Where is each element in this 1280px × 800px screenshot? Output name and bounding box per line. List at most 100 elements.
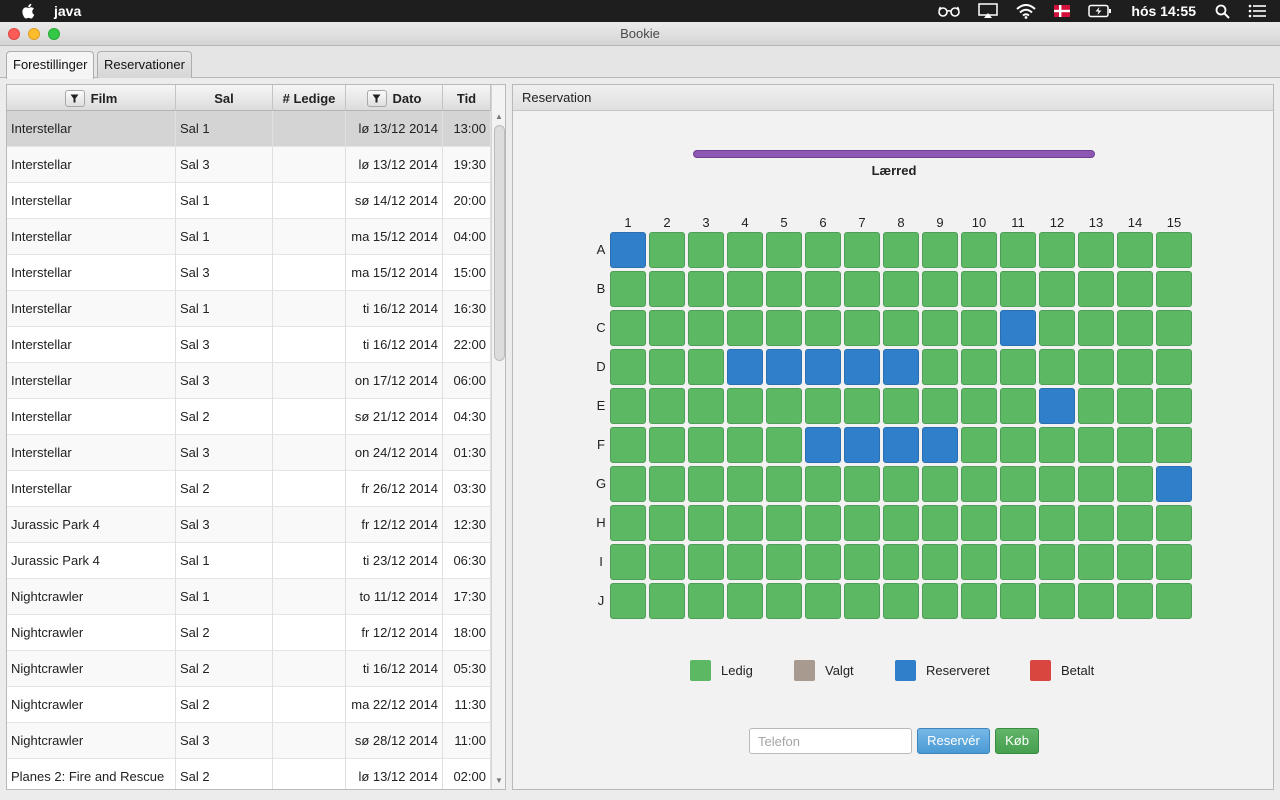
seat-F2[interactable] bbox=[649, 427, 685, 463]
seat-C7[interactable] bbox=[844, 310, 880, 346]
seat-G14[interactable] bbox=[1117, 466, 1153, 502]
table-row[interactable]: Nightcrawler Sal 2 fr 12/12 2014 18:00 bbox=[7, 615, 491, 651]
seat-A12[interactable] bbox=[1039, 232, 1075, 268]
seat-G9[interactable] bbox=[922, 466, 958, 502]
seat-B1[interactable] bbox=[610, 271, 646, 307]
seat-B4[interactable] bbox=[727, 271, 763, 307]
seat-G6[interactable] bbox=[805, 466, 841, 502]
seat-D12[interactable] bbox=[1039, 349, 1075, 385]
seat-J14[interactable] bbox=[1117, 583, 1153, 619]
seat-G13[interactable] bbox=[1078, 466, 1114, 502]
seat-I2[interactable] bbox=[649, 544, 685, 580]
seat-G8[interactable] bbox=[883, 466, 919, 502]
seat-A6[interactable] bbox=[805, 232, 841, 268]
seat-F1[interactable] bbox=[610, 427, 646, 463]
seat-I13[interactable] bbox=[1078, 544, 1114, 580]
seat-D7[interactable] bbox=[844, 349, 880, 385]
seat-E2[interactable] bbox=[649, 388, 685, 424]
seat-E13[interactable] bbox=[1078, 388, 1114, 424]
seat-A14[interactable] bbox=[1117, 232, 1153, 268]
seat-J7[interactable] bbox=[844, 583, 880, 619]
seat-G2[interactable] bbox=[649, 466, 685, 502]
table-row[interactable]: Interstellar Sal 2 fr 26/12 2014 03:30 bbox=[7, 471, 491, 507]
spotlight-search-icon[interactable] bbox=[1215, 4, 1230, 19]
seat-I7[interactable] bbox=[844, 544, 880, 580]
seat-G4[interactable] bbox=[727, 466, 763, 502]
seat-C10[interactable] bbox=[961, 310, 997, 346]
seat-C2[interactable] bbox=[649, 310, 685, 346]
seat-J8[interactable] bbox=[883, 583, 919, 619]
seat-D2[interactable] bbox=[649, 349, 685, 385]
seat-D8[interactable] bbox=[883, 349, 919, 385]
seat-I11[interactable] bbox=[1000, 544, 1036, 580]
seat-B10[interactable] bbox=[961, 271, 997, 307]
table-row[interactable]: Jurassic Park 4 Sal 1 ti 23/12 2014 06:30 bbox=[7, 543, 491, 579]
seat-B14[interactable] bbox=[1117, 271, 1153, 307]
seat-G1[interactable] bbox=[610, 466, 646, 502]
filter-icon[interactable] bbox=[64, 89, 85, 107]
seat-A7[interactable] bbox=[844, 232, 880, 268]
seat-C4[interactable] bbox=[727, 310, 763, 346]
seat-I4[interactable] bbox=[727, 544, 763, 580]
seat-F6[interactable] bbox=[805, 427, 841, 463]
seat-F8[interactable] bbox=[883, 427, 919, 463]
table-row[interactable]: Interstellar Sal 1 ma 15/12 2014 04:00 bbox=[7, 219, 491, 255]
seat-C12[interactable] bbox=[1039, 310, 1075, 346]
app-name[interactable]: java bbox=[54, 3, 81, 19]
seat-H14[interactable] bbox=[1117, 505, 1153, 541]
glasses-icon[interactable] bbox=[938, 5, 961, 17]
notification-center-icon[interactable] bbox=[1248, 4, 1266, 18]
seat-D9[interactable] bbox=[922, 349, 958, 385]
seat-H15[interactable] bbox=[1156, 505, 1192, 541]
seat-B9[interactable] bbox=[922, 271, 958, 307]
table-row[interactable]: Interstellar Sal 3 on 17/12 2014 06:00 bbox=[7, 363, 491, 399]
seat-G12[interactable] bbox=[1039, 466, 1075, 502]
seat-F10[interactable] bbox=[961, 427, 997, 463]
seat-D14[interactable] bbox=[1117, 349, 1153, 385]
seat-H8[interactable] bbox=[883, 505, 919, 541]
seat-C8[interactable] bbox=[883, 310, 919, 346]
seat-C13[interactable] bbox=[1078, 310, 1114, 346]
scrollbar-thumb[interactable] bbox=[494, 125, 505, 361]
title-bar[interactable]: Bookie bbox=[0, 22, 1280, 46]
seat-I15[interactable] bbox=[1156, 544, 1192, 580]
table-row[interactable]: Nightcrawler Sal 3 sø 28/12 2014 11:00 bbox=[7, 723, 491, 759]
seat-B8[interactable] bbox=[883, 271, 919, 307]
seat-A11[interactable] bbox=[1000, 232, 1036, 268]
seat-E3[interactable] bbox=[688, 388, 724, 424]
airplay-icon[interactable] bbox=[978, 3, 999, 19]
seat-A8[interactable] bbox=[883, 232, 919, 268]
table-row[interactable]: Interstellar Sal 3 on 24/12 2014 01:30 bbox=[7, 435, 491, 471]
seat-E1[interactable] bbox=[610, 388, 646, 424]
table-row[interactable]: Nightcrawler Sal 1 to 11/12 2014 17:30 bbox=[7, 579, 491, 615]
seat-B15[interactable] bbox=[1156, 271, 1192, 307]
seat-I8[interactable] bbox=[883, 544, 919, 580]
table-row[interactable]: Jurassic Park 4 Sal 3 fr 12/12 2014 12:30 bbox=[7, 507, 491, 543]
seat-E6[interactable] bbox=[805, 388, 841, 424]
seat-I14[interactable] bbox=[1117, 544, 1153, 580]
seat-H1[interactable] bbox=[610, 505, 646, 541]
seat-G11[interactable] bbox=[1000, 466, 1036, 502]
seat-F9[interactable] bbox=[922, 427, 958, 463]
seat-C1[interactable] bbox=[610, 310, 646, 346]
seat-J13[interactable] bbox=[1078, 583, 1114, 619]
table-scrollbar[interactable]: ▲ ▼ bbox=[491, 85, 505, 789]
column-header-dato[interactable]: Dato bbox=[346, 85, 443, 111]
seat-J11[interactable] bbox=[1000, 583, 1036, 619]
table-row[interactable]: Nightcrawler Sal 2 ma 22/12 2014 11:30 bbox=[7, 687, 491, 723]
seat-F12[interactable] bbox=[1039, 427, 1075, 463]
reserve-button[interactable]: Reservér bbox=[917, 728, 990, 754]
seat-E7[interactable] bbox=[844, 388, 880, 424]
seat-F13[interactable] bbox=[1078, 427, 1114, 463]
seat-E4[interactable] bbox=[727, 388, 763, 424]
seat-D3[interactable] bbox=[688, 349, 724, 385]
buy-button[interactable]: Køb bbox=[995, 728, 1039, 754]
seat-D10[interactable] bbox=[961, 349, 997, 385]
seat-F7[interactable] bbox=[844, 427, 880, 463]
seat-A15[interactable] bbox=[1156, 232, 1192, 268]
seat-I3[interactable] bbox=[688, 544, 724, 580]
seat-E5[interactable] bbox=[766, 388, 802, 424]
seat-J1[interactable] bbox=[610, 583, 646, 619]
seat-C9[interactable] bbox=[922, 310, 958, 346]
seat-H3[interactable] bbox=[688, 505, 724, 541]
